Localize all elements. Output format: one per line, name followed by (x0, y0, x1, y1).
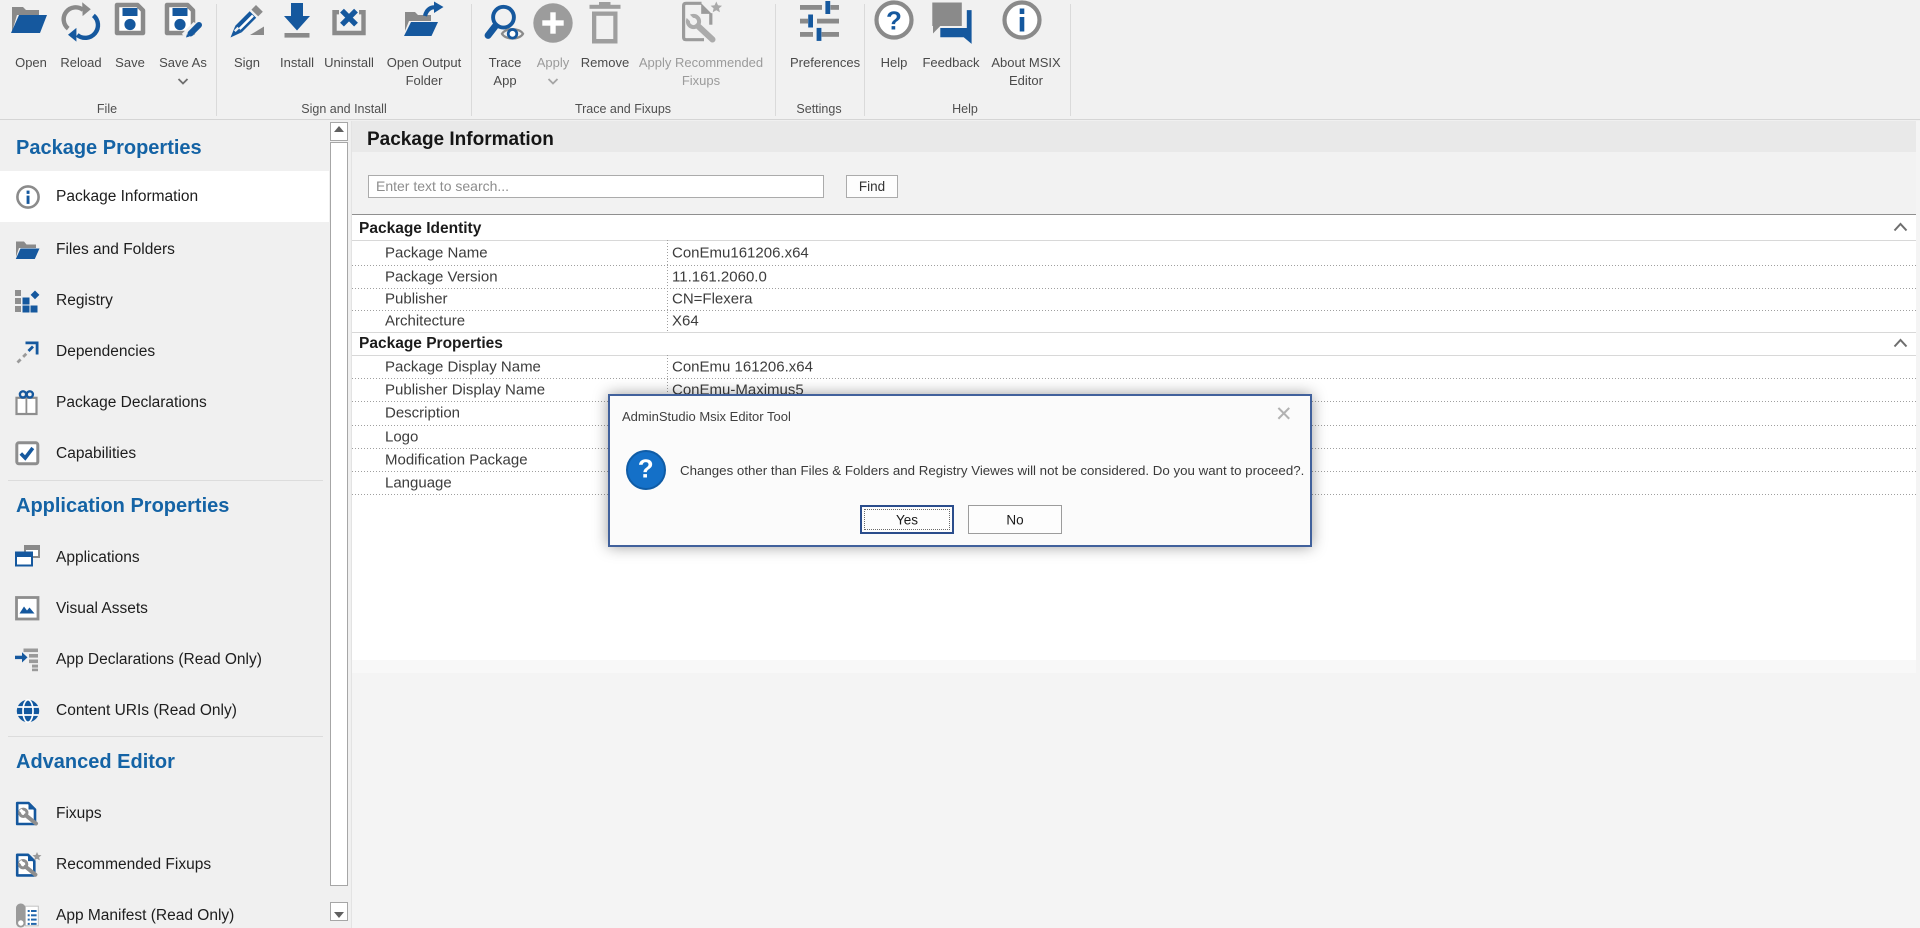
svg-text:?: ? (886, 6, 902, 36)
